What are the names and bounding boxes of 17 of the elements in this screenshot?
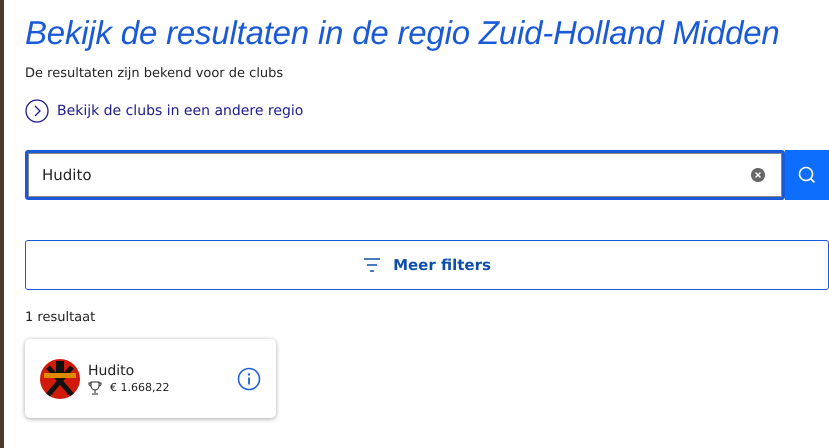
club-amount: € 1.668,22 [110,381,170,394]
chevron-circle-icon [25,99,49,123]
clear-icon[interactable] [751,168,765,182]
result-count: 1 resultaat [25,310,96,325]
trophy-icon [88,380,102,394]
club-logo-drawing [40,358,80,398]
search-button[interactable] [785,150,829,200]
region-link[interactable]: Bekijk de clubs in een andere regio [25,99,829,123]
info-icon[interactable] [237,366,261,390]
club-card[interactable]: Hudito € 1.668,22 [25,339,276,418]
filter-icon [363,257,382,273]
search-field[interactable]: Hudito [25,150,785,200]
page-title: Bekijk de resultaten in de regio Zuid-Holland Midden [25,14,781,52]
search-icon [797,165,817,185]
filters-button[interactable]: Meer filters [25,240,829,290]
subtitle: De resultaten zijn bekend voor de clubs [25,66,284,81]
club-name: Hudito [88,362,136,378]
